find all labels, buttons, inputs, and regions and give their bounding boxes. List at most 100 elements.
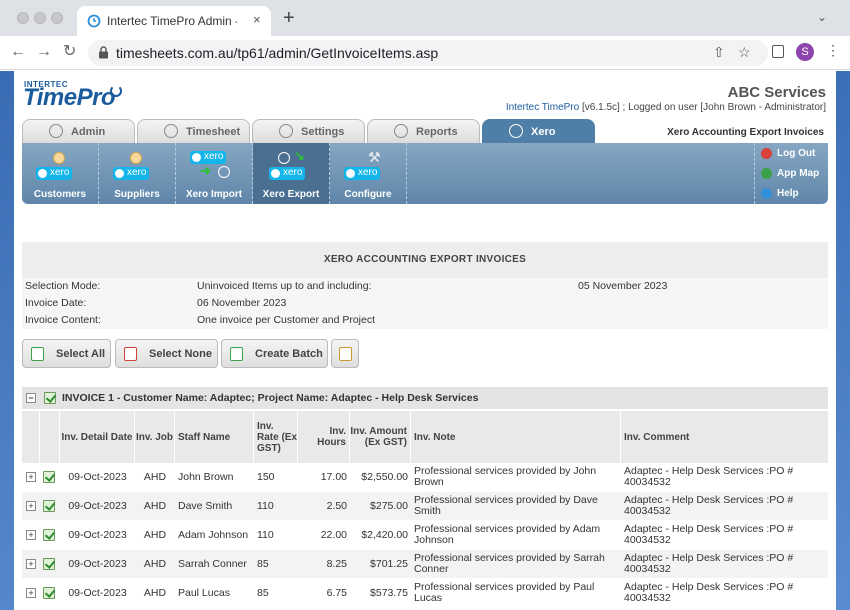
- col-hours[interactable]: Inv. Hours: [298, 411, 350, 463]
- cell-job: AHD: [143, 587, 167, 599]
- cell-staff: Dave Smith: [178, 500, 233, 512]
- row-checkbox[interactable]: [43, 471, 55, 483]
- invoice-date-label: Invoice Date:: [25, 297, 87, 309]
- lock-icon[interactable]: [98, 46, 109, 59]
- row-checkbox[interactable]: [43, 529, 55, 541]
- tab-timesheet-label: Timesheet: [186, 126, 241, 138]
- col-job[interactable]: Inv. Job: [135, 411, 175, 463]
- submenu-customers[interactable]: xero Customers: [22, 143, 99, 204]
- current-page-label: Xero Accounting Export Invoices: [667, 127, 824, 138]
- url-text[interactable]: timesheets.com.au/tp61/admin/GetInvoiceI…: [116, 45, 438, 61]
- select-none-icon: [124, 347, 137, 361]
- cell-date: 09-Oct-2023: [68, 587, 127, 599]
- cell-note: Professional services provided by Sarrah…: [414, 552, 605, 575]
- cell-hours: 22.00: [320, 529, 347, 541]
- tab-close-icon[interactable]: ×: [253, 12, 261, 27]
- cell-date: 09-Oct-2023: [68, 471, 127, 483]
- invoice-checkbox[interactable]: [44, 392, 56, 404]
- new-tab-button[interactable]: +: [283, 8, 295, 28]
- expand-row-icon[interactable]: +: [26, 472, 36, 482]
- cell-amount: $701.25: [370, 558, 408, 570]
- col-amount[interactable]: Inv. Amount (Ex GST): [350, 411, 411, 463]
- tab-settings-label: Settings: [301, 126, 345, 138]
- submenu-xero-export-label: Xero Export: [262, 189, 320, 200]
- cell-hours: 8.25: [326, 558, 347, 570]
- selection-mode-label: Selection Mode:: [25, 280, 101, 292]
- submenu-suppliers[interactable]: xero Suppliers: [99, 143, 176, 204]
- bookmark-star-icon[interactable]: ☆: [738, 44, 751, 61]
- cell-comment: Adaptec - Help Desk Services :PO # 40034…: [624, 465, 794, 488]
- app-map-label: App Map: [777, 168, 820, 179]
- expand-row-icon[interactable]: +: [26, 501, 36, 511]
- wrench-icon: [279, 124, 293, 138]
- cell-staff: Paul Lucas: [178, 587, 230, 599]
- address-bar[interactable]: timesheets.com.au/tp61/admin/GetInvoiceI…: [88, 40, 768, 66]
- browser-toolbar: ← → ↻ timesheets.com.au/tp61/admin/GetIn…: [0, 36, 850, 70]
- col-detail-date[interactable]: Inv. Detail Date: [60, 411, 135, 463]
- selection-mode-value: Uninvoiced Items up to and including:: [197, 280, 372, 292]
- tab-timesheet[interactable]: Timesheet: [137, 119, 250, 143]
- expand-row-icon[interactable]: +: [26, 588, 36, 598]
- quick-links: Log Out App Map Help: [754, 143, 828, 204]
- col-staff-name[interactable]: Staff Name: [175, 411, 254, 463]
- cell-note: Professional services provided by John B…: [414, 465, 597, 488]
- zoom-window-dot[interactable]: [51, 12, 63, 24]
- submenu-configure[interactable]: ⚒ xero Configure: [330, 143, 407, 204]
- back-arrow-icon[interactable]: ←: [10, 43, 26, 61]
- help-label: Help: [777, 188, 799, 199]
- close-window-dot[interactable]: [17, 12, 29, 24]
- xero-badge-icon: xero: [113, 167, 150, 180]
- tab-admin[interactable]: Admin: [22, 119, 135, 143]
- table-row[interactable]: + 09-Oct-2023 AHD Sarrah Conner 85 8.25 …: [22, 550, 828, 578]
- submenu-xero-import[interactable]: xero ➜ Xero Import: [176, 143, 253, 204]
- tab-reports[interactable]: Reports: [367, 119, 480, 143]
- supplier-person-icon: [130, 152, 142, 164]
- xero-badge-icon: xero: [269, 167, 306, 180]
- cell-job: AHD: [143, 500, 167, 512]
- select-all-label: Select All: [56, 348, 106, 360]
- cell-job: AHD: [143, 471, 167, 483]
- cell-rate: 150: [257, 471, 275, 483]
- invoice-column-headers: Inv. Detail Date Inv. Job Staff Name Inv…: [22, 411, 828, 463]
- table-row[interactable]: + 09-Oct-2023 AHD Paul Lucas 85 6.75 $57…: [22, 579, 828, 607]
- row-checkbox[interactable]: [43, 500, 55, 512]
- select-none-button[interactable]: Select None: [115, 339, 218, 368]
- invoice-content-label: Invoice Content:: [25, 314, 101, 326]
- browser-tab[interactable]: Intertec TimePro Admin - Xero ×: [77, 6, 271, 36]
- tab-settings[interactable]: Settings: [252, 119, 365, 143]
- side-panel-icon[interactable]: [772, 45, 784, 58]
- collapse-invoice-icon[interactable]: −: [26, 393, 36, 403]
- timepro-logo[interactable]: TimePro: [23, 84, 116, 112]
- tab-search-icon[interactable]: ⌄: [817, 10, 827, 24]
- reload-icon[interactable]: ↻: [63, 43, 76, 61]
- cell-amount: $2,550.00: [361, 471, 408, 483]
- select-all-button[interactable]: Select All: [22, 339, 111, 368]
- share-icon[interactable]: ⇧: [713, 44, 725, 61]
- table-row[interactable]: + 09-Oct-2023 AHD John Brown 150 17.00 $…: [22, 463, 828, 491]
- create-batch-icon: [230, 347, 243, 361]
- version-link[interactable]: Intertec TimePro: [506, 102, 579, 113]
- batch-history-button[interactable]: [331, 339, 359, 368]
- col-note[interactable]: Inv. Note: [411, 411, 621, 463]
- browser-menu-icon[interactable]: ⋮: [826, 42, 840, 59]
- create-batch-button[interactable]: Create Batch: [221, 339, 328, 368]
- submenu-xero-export[interactable]: ↘ xero Xero Export: [253, 143, 330, 204]
- cell-hours: 17.00: [320, 471, 347, 483]
- profile-avatar[interactable]: S: [796, 43, 814, 61]
- row-checkbox[interactable]: [43, 558, 55, 570]
- xero-sub-menu: xero Customers xero Suppliers xero ➜ Xer…: [22, 143, 828, 204]
- col-comment[interactable]: Inv. Comment: [621, 411, 828, 463]
- col-rate[interactable]: Inv. Rate (Ex GST): [254, 411, 298, 463]
- expand-row-icon[interactable]: +: [26, 559, 36, 569]
- tab-xero[interactable]: Xero: [482, 119, 595, 143]
- row-checkbox[interactable]: [43, 587, 55, 599]
- forward-arrow-icon[interactable]: →: [36, 43, 52, 61]
- minimize-window-dot[interactable]: [34, 12, 46, 24]
- table-row[interactable]: + 09-Oct-2023 AHD Adam Johnson 110 22.00…: [22, 521, 828, 549]
- clipboard-star-icon: [339, 347, 352, 361]
- cell-staff: John Brown: [178, 471, 234, 483]
- tab-title: Intertec TimePro Admin - Xero: [107, 14, 237, 28]
- expand-row-icon[interactable]: +: [26, 530, 36, 540]
- logout-label: Log Out: [777, 148, 816, 159]
- table-row[interactable]: + 09-Oct-2023 AHD Dave Smith 110 2.50 $2…: [22, 492, 828, 520]
